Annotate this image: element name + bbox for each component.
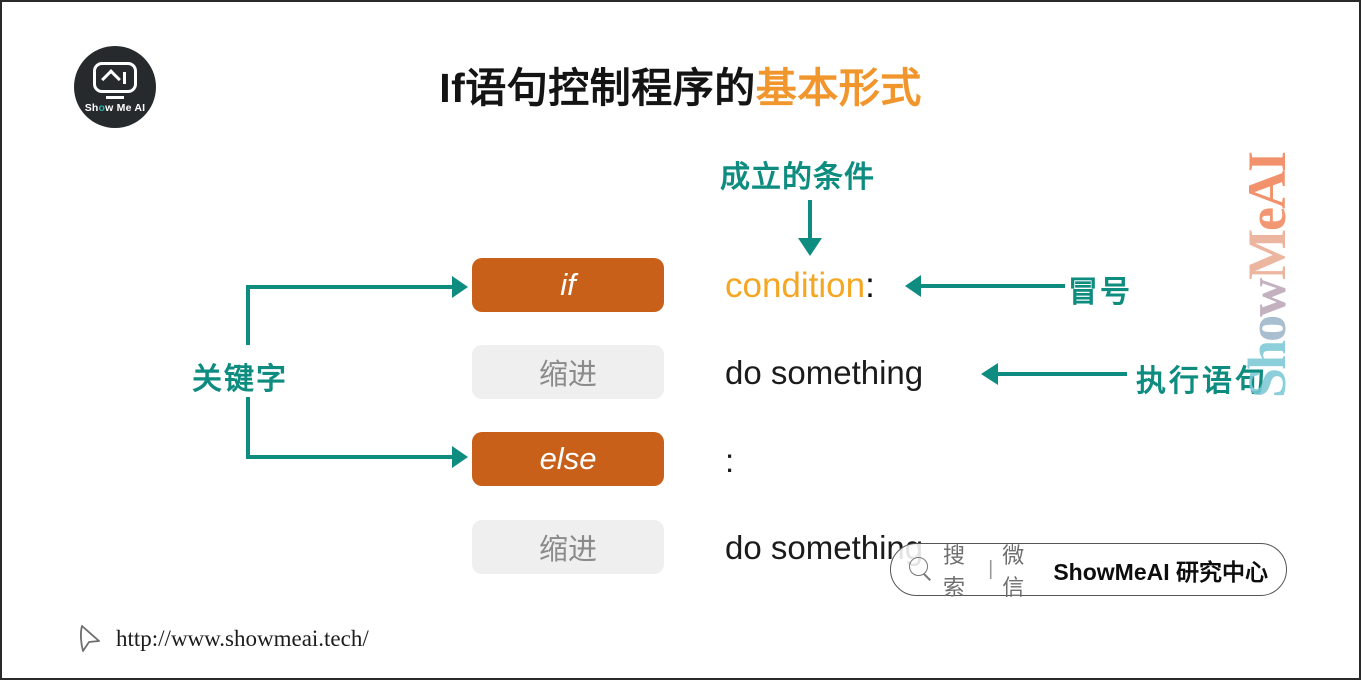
- keyword-bracket-vertical-bottom: [246, 397, 250, 459]
- footer-url-block[interactable]: http://www.showmeai.tech/: [78, 624, 369, 654]
- code-box-indent-1[interactable]: 缩进: [472, 345, 664, 399]
- watermark-letter: o: [1237, 316, 1297, 342]
- footer-url-text: http://www.showmeai.tech/: [116, 626, 369, 651]
- watermark-letter: e: [1237, 208, 1297, 231]
- showmeai-vertical-watermark: ShowMeAI: [1237, 130, 1297, 398]
- code-box-else[interactable]: else: [472, 432, 664, 486]
- exec-annotation-line: [997, 372, 1127, 376]
- watermark-letter: M: [1237, 230, 1297, 280]
- search-icon: [909, 557, 934, 582]
- keyword-bracket-vertical-top: [246, 285, 250, 345]
- watermark-letter: h: [1237, 341, 1297, 370]
- watermark-letter: w: [1237, 279, 1297, 317]
- watermark-letter: A: [1237, 171, 1297, 209]
- page-title: If语句控制程序的基本形式: [2, 54, 1359, 114]
- watermark-letter: I: [1237, 152, 1297, 172]
- search-divider: |: [988, 558, 994, 580]
- colon-annotation-line: [917, 284, 1065, 288]
- keyword-bracket-line-bottom: [246, 455, 454, 459]
- search-account-name: ShowMeAI 研究中心: [1053, 558, 1268, 585]
- code-box-if[interactable]: if: [472, 258, 664, 312]
- condition-arrow-head-icon: [798, 238, 822, 256]
- annotation-keyword-label: 关键字: [192, 363, 288, 396]
- code-line-do-something-1: do something: [725, 354, 924, 391]
- keyword-arrow-head-bottom-icon: [452, 446, 468, 468]
- keyword-arrow-head-top-icon: [452, 276, 468, 298]
- colon-annotation-arrow-head-icon: [905, 275, 921, 297]
- search-platform: 微信: [1002, 542, 1025, 600]
- code-condition-colon: :: [865, 266, 875, 305]
- slide-canvas: Show Me AI If语句控制程序的基本形式 成立的条件 关键字 if 缩进…: [0, 0, 1361, 680]
- wechat-search-bar[interactable]: 搜索 | 微信 ShowMeAI 研究中心: [890, 543, 1287, 600]
- annotation-condition-note: 成立的条件: [720, 161, 875, 194]
- exec-annotation-arrow-head-icon: [981, 363, 998, 385]
- watermark-letter: S: [1237, 369, 1297, 398]
- code-box-indent-2[interactable]: 缩进: [472, 520, 664, 574]
- code-line-else-colon: :: [725, 442, 735, 479]
- search-label: 搜索: [943, 542, 966, 600]
- page-title-accent: 基本形式: [755, 65, 922, 111]
- code-line-condition: condition:: [725, 266, 875, 306]
- page-title-main: If语句控制程序的: [439, 65, 756, 111]
- cursor-icon: [78, 624, 104, 654]
- code-condition-token: condition: [725, 266, 866, 305]
- keyword-bracket-line-top: [246, 285, 454, 289]
- annotation-colon-label: 冒号: [1068, 276, 1132, 309]
